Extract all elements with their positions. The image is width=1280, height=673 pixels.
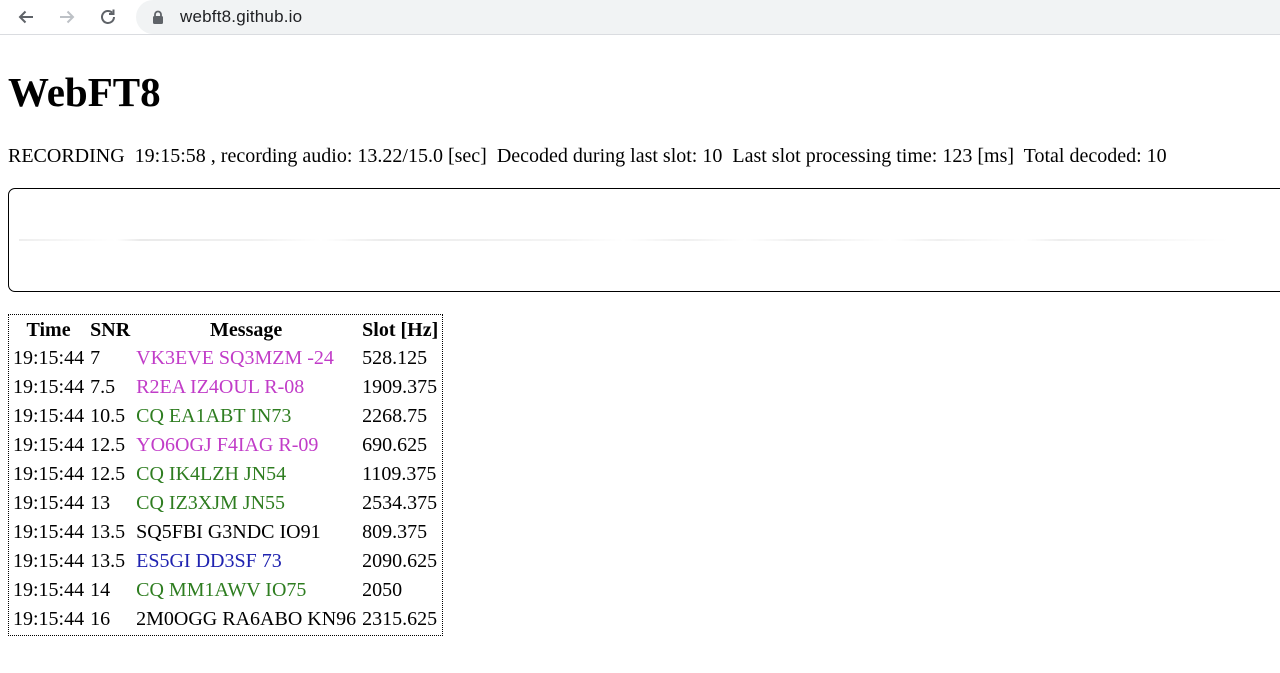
table-row: 19:15:44 13.5 ES5GI DD3SF 73 2090.625	[11, 548, 440, 575]
decoded-messages-table: Time SNR Message Slot [Hz] 19:15:44 7 VK3E…	[8, 314, 444, 636]
cell-slot: 809.375	[362, 521, 428, 543]
lock-icon[interactable]	[152, 9, 166, 25]
table-row: 19:15:44 13.5 SQ5FBI G3NDC IO91 809.375	[11, 519, 440, 546]
status-state: RECORDING	[8, 145, 125, 167]
header-time: Time	[26, 319, 71, 341]
recording-label: , recording audio:	[210, 145, 353, 167]
cell-time: 19:15:44	[13, 376, 85, 398]
status-line: RECORDING 19:15:58 , recording audio: 13…	[8, 143, 1167, 169]
cell-time: 19:15:44	[13, 608, 85, 630]
cell-snr: 14	[90, 579, 111, 601]
header-message: Message	[210, 319, 283, 341]
cell-time: 19:15:44	[13, 550, 85, 572]
spectrum-trace	[19, 239, 1229, 241]
address-bar[interactable]: webft8.github.io	[136, 0, 1280, 34]
table-row: 19:15:44 13 CQ IZ3XJM JN55 2534.375	[11, 490, 440, 517]
cell-slot: 2050	[362, 579, 403, 601]
cell-snr: 7	[90, 347, 101, 369]
forward-arrow-icon[interactable]	[55, 5, 79, 29]
cell-time: 19:15:44	[13, 521, 85, 543]
cell-time: 19:15:44	[13, 405, 85, 427]
cell-slot: 2090.625	[362, 550, 438, 572]
cell-snr: 12.5	[90, 434, 126, 456]
cell-message: 2M0OGG RA6ABO KN96	[136, 608, 357, 630]
reload-icon[interactable]	[96, 5, 120, 29]
browser-toolbar: webft8.github.io	[0, 0, 1280, 35]
back-arrow-icon[interactable]	[14, 5, 38, 29]
table-row: 19:15:44 7.5 R2EA IZ4OUL R-08 1909.375	[11, 374, 440, 401]
cell-time: 19:15:44	[13, 492, 85, 514]
table-row: 19:15:44 10.5 CQ EA1ABT IN73 2268.75	[11, 403, 440, 430]
cell-snr: 12.5	[90, 463, 126, 485]
cell-time: 19:15:44	[13, 579, 85, 601]
total-value: 10	[1146, 145, 1167, 167]
recording-value: 13.22/15.0 [sec]	[357, 145, 487, 167]
cell-snr: 10.5	[90, 405, 126, 427]
cell-message: YO6OGJ F4IAG R-09	[136, 434, 319, 456]
table-row: 19:15:44 12.5 CQ IK4LZH JN54 1109.375	[11, 461, 440, 488]
cell-snr: 13.5	[90, 521, 126, 543]
cell-snr: 13.5	[90, 550, 126, 572]
table-header-row: Time SNR Message Slot [Hz]	[11, 317, 440, 343]
cell-slot: 528.125	[362, 347, 428, 369]
decoded-label: Decoded during last slot:	[496, 145, 698, 167]
header-slot: Slot [Hz]	[362, 319, 439, 341]
cell-time: 19:15:44	[13, 463, 85, 485]
cell-message: R2EA IZ4OUL R-08	[136, 376, 305, 398]
cell-slot: 690.625	[362, 434, 428, 456]
cell-snr: 13	[90, 492, 111, 514]
cell-message: SQ5FBI G3NDC IO91	[136, 521, 321, 543]
cell-time: 19:15:44	[13, 347, 85, 369]
status-time: 19:15:58	[134, 145, 206, 167]
table-row: 19:15:44 16 2M0OGG RA6ABO KN96 2315.625	[11, 606, 440, 633]
cell-message: CQ IZ3XJM JN55	[136, 492, 286, 514]
header-snr: SNR	[90, 319, 131, 341]
table-row: 19:15:44 7 VK3EVE SQ3MZM -24 528.125	[11, 345, 440, 372]
cell-time: 19:15:44	[13, 434, 85, 456]
cell-slot: 2534.375	[362, 492, 438, 514]
url-text[interactable]: webft8.github.io	[180, 7, 302, 27]
cell-slot: 1109.375	[362, 463, 437, 485]
cell-slot: 1909.375	[362, 376, 438, 398]
spectrum-canvas	[8, 188, 1280, 292]
cell-message: CQ MM1AWV IO75	[136, 579, 307, 601]
cell-slot: 2315.625	[362, 608, 438, 630]
table-row: 19:15:44 14 CQ MM1AWV IO75 2050	[11, 577, 440, 604]
processing-value: 123 [ms]	[942, 145, 1015, 167]
cell-message: VK3EVE SQ3MZM -24	[136, 347, 334, 369]
processing-label: Last slot processing time:	[732, 145, 938, 167]
cell-slot: 2268.75	[362, 405, 428, 427]
total-label: Total decoded:	[1023, 145, 1142, 167]
table-row: 19:15:44 12.5 YO6OGJ F4IAG R-09 690.625	[11, 432, 440, 459]
decoded-value: 10	[702, 145, 723, 167]
cell-message: CQ EA1ABT IN73	[136, 405, 292, 427]
cell-message: CQ IK4LZH JN54	[136, 463, 287, 485]
page-title: WebFT8	[8, 69, 161, 115]
cell-message: ES5GI DD3SF 73	[136, 550, 282, 572]
cell-snr: 16	[90, 608, 111, 630]
cell-snr: 7.5	[90, 376, 116, 398]
